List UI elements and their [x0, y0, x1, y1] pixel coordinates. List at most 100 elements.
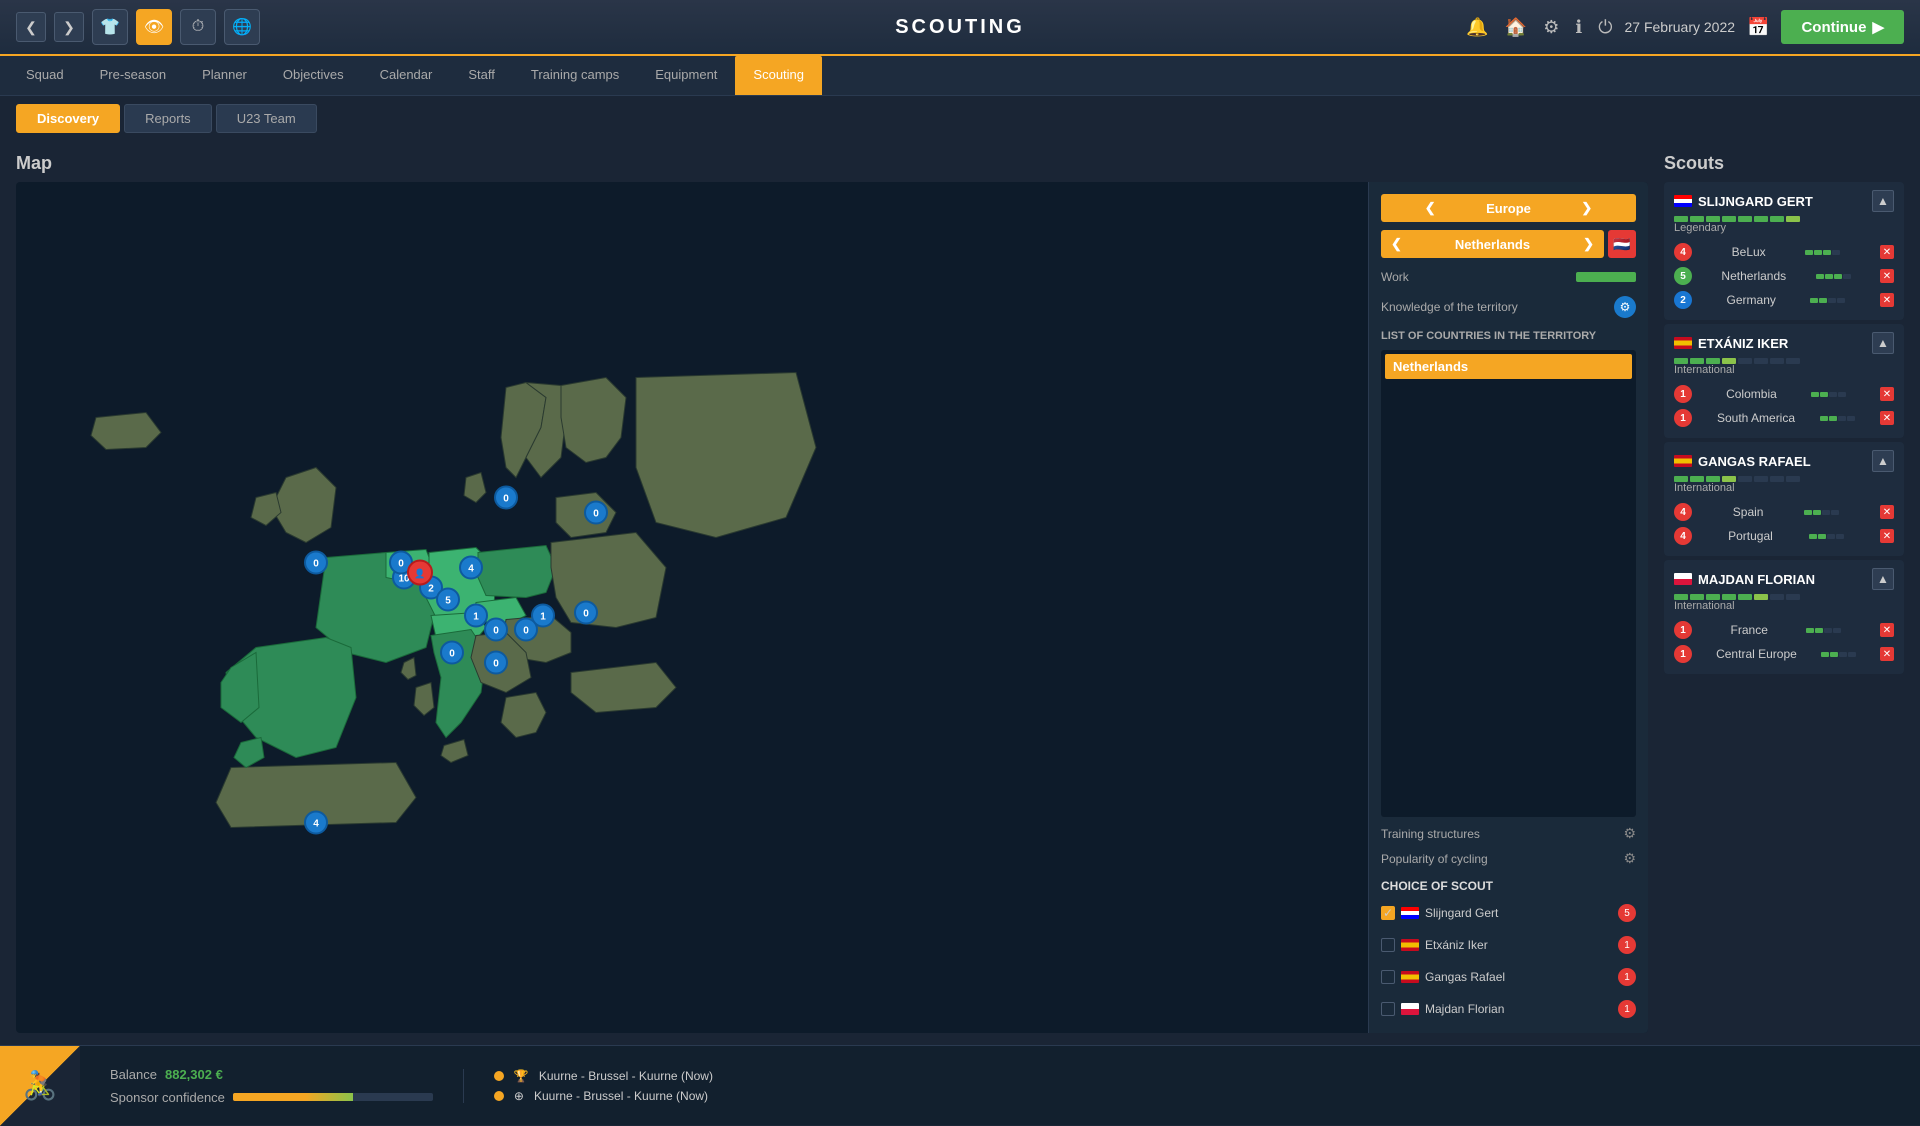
belux-num: 4	[1674, 243, 1692, 261]
knowledge-stat-row: Knowledge of the territory ⚙	[1381, 296, 1636, 318]
scouting-icon-button[interactable]: 👁	[136, 9, 172, 45]
scout-choice-etxaniz[interactable]: Etxániz Iker 1	[1381, 933, 1636, 957]
remove-france-button[interactable]: ✕	[1880, 623, 1894, 637]
event-dot-2	[494, 1091, 504, 1101]
scout-checkbox-majdan[interactable]	[1381, 1002, 1395, 1016]
scouts-title: Scouts	[1664, 153, 1904, 174]
scout-country-portugal: 4 Portugal ✕	[1674, 524, 1894, 548]
continue-button[interactable]: Continue ▶	[1781, 10, 1904, 44]
tab-equipment[interactable]: Equipment	[637, 56, 735, 95]
scout-count-gangas: 1	[1618, 968, 1636, 986]
sub-tabs: Discovery Reports U23 Team	[0, 96, 1920, 141]
colombia-num: 1	[1674, 385, 1692, 403]
event-row-1: 🏆 Kuurne - Brussel - Kuurne (Now)	[494, 1069, 1890, 1083]
scout-choice-slijngard[interactable]: ✓ Slijngard Gert 5	[1381, 901, 1636, 925]
subtab-discovery[interactable]: Discovery	[16, 104, 120, 133]
tab-squad[interactable]: Squad	[8, 56, 82, 95]
remove-southamerica-button[interactable]: ✕	[1880, 411, 1894, 425]
sponsor-confidence-row: Sponsor confidence	[110, 1090, 433, 1105]
event-icon-1: 🏆	[514, 1069, 529, 1083]
nav-back-button[interactable]: ❮	[16, 12, 46, 42]
region-select[interactable]: ❮ Europe ❯	[1381, 194, 1636, 222]
netherlands-num: 5	[1674, 267, 1692, 285]
svg-text:4: 4	[313, 819, 319, 830]
scout-checkbox-gangas[interactable]	[1381, 970, 1395, 984]
flag-es	[1674, 337, 1692, 349]
page-title: SCOUTING	[895, 16, 1025, 39]
svg-text:5: 5	[445, 596, 451, 607]
event-dot-1	[494, 1071, 504, 1081]
remove-spain-button[interactable]: ✕	[1880, 505, 1894, 519]
squad-icon-button[interactable]: 👕	[92, 9, 128, 45]
tab-preseason[interactable]: Pre-season	[82, 56, 184, 95]
scout-country-southamerica: 1 South America ✕	[1674, 406, 1894, 430]
scout-count-etxaniz: 1	[1618, 936, 1636, 954]
collapse-slijngard-button[interactable]: ▲	[1872, 190, 1894, 212]
tab-training-camps[interactable]: Training camps	[513, 56, 637, 95]
majdan-level: International	[1674, 600, 1894, 612]
svg-text:1: 1	[473, 612, 479, 623]
country-select[interactable]: ❮ Netherlands ❯	[1381, 230, 1604, 258]
scout-checkbox-slijngard[interactable]: ✓	[1381, 906, 1395, 920]
subtab-u23team[interactable]: U23 Team	[216, 104, 317, 133]
work-stat-row: Work	[1381, 270, 1636, 284]
scout-choice-gangas[interactable]: Gangas Rafael 1	[1381, 965, 1636, 989]
calendar-icon[interactable]: 📅	[1747, 17, 1769, 38]
svg-text:0: 0	[593, 509, 599, 520]
remove-netherlands-button[interactable]: ✕	[1880, 269, 1894, 283]
europe-map-svg[interactable]: 4 10 2 5 0 4 1 0	[16, 182, 896, 1033]
collapse-gangas-button[interactable]: ▲	[1872, 450, 1894, 472]
scout-checkbox-etxaniz[interactable]	[1381, 938, 1395, 952]
tab-objectives[interactable]: Objectives	[265, 56, 362, 95]
remove-colombia-button[interactable]: ✕	[1880, 387, 1894, 401]
date-display: 27 February 2022	[1625, 19, 1736, 35]
remove-belux-button[interactable]: ✕	[1880, 245, 1894, 259]
svg-text:0: 0	[493, 626, 499, 637]
globe-icon-button[interactable]: 🌐	[224, 9, 260, 45]
popularity-label: Popularity of cycling	[1381, 852, 1488, 866]
tab-scouting[interactable]: Scouting	[735, 56, 822, 95]
map-right-panel: ❮ Europe ❯ ❮ Netherlands ❯ 🇳🇱 Work	[1368, 182, 1648, 1033]
collapse-majdan-button[interactable]: ▲	[1872, 568, 1894, 590]
power-icon[interactable]: ⏻	[1598, 17, 1612, 38]
countries-list: Netherlands	[1381, 350, 1636, 817]
flag-nl	[1674, 195, 1692, 207]
flag-es-gangas-card	[1674, 455, 1692, 467]
flag-nl-slijngard	[1401, 907, 1419, 919]
nav-forward-button[interactable]: ❯	[54, 12, 84, 42]
sponsor-label: Sponsor confidence	[110, 1090, 225, 1105]
popularity-gear-icon: ⚙	[1623, 850, 1636, 867]
clock-icon-button[interactable]: ⏱	[180, 9, 216, 45]
countries-list-label: LIST OF COUNTRIES IN THE TERRITORY	[1381, 330, 1636, 342]
svg-text:1: 1	[540, 612, 546, 623]
flag-pl-majdan	[1401, 1003, 1419, 1015]
top-bar-right: 🔔 🏠 ⚙ ℹ ⏻ 27 February 2022 📅 Continue ▶	[1466, 10, 1904, 44]
scout-name-slijngard-card: SLIJNGARD GERT	[1674, 194, 1813, 209]
scout-choice-majdan[interactable]: Majdan Florian 1	[1381, 997, 1636, 1021]
event-text-2: Kuurne - Brussel - Kuurne (Now)	[534, 1089, 708, 1103]
scout-country-belux: 4 BeLux ✕	[1674, 240, 1894, 264]
gear-icon[interactable]: ⚙	[1543, 17, 1559, 38]
remove-centraleurope-button[interactable]: ✕	[1880, 647, 1894, 661]
bell-icon[interactable]: 🔔	[1466, 17, 1488, 38]
home-icon[interactable]: 🏠	[1505, 17, 1527, 38]
subtab-reports[interactable]: Reports	[124, 104, 212, 133]
scout-name-etxaniz-card: ETXÁNIZ IKER	[1674, 336, 1788, 351]
tab-calendar[interactable]: Calendar	[362, 56, 451, 95]
map-container: 4 10 2 5 0 4 1 0	[16, 182, 1648, 1033]
tab-staff[interactable]: Staff	[450, 56, 513, 95]
tab-planner[interactable]: Planner	[184, 56, 265, 95]
selected-country-item[interactable]: Netherlands	[1385, 354, 1632, 379]
remove-germany-button[interactable]: ✕	[1880, 293, 1894, 307]
collapse-etxaniz-button[interactable]: ▲	[1872, 332, 1894, 354]
scout-country-germany: 2 Germany ✕	[1674, 288, 1894, 312]
remove-portugal-button[interactable]: ✕	[1880, 529, 1894, 543]
svg-text:0: 0	[503, 494, 509, 505]
top-bar-left: ❮ ❯ 👕 👁 ⏱ 🌐	[16, 9, 260, 45]
scouts-panel: Scouts SLIJNGARD GERT ▲ Legendary	[1664, 153, 1904, 1033]
gangas-level: International	[1674, 482, 1894, 494]
balance-row: Balance 882,302 €	[110, 1067, 433, 1082]
info-icon[interactable]: ℹ	[1575, 17, 1582, 38]
country-flag-icon[interactable]: 🇳🇱	[1608, 230, 1636, 258]
svg-text:0: 0	[398, 559, 404, 570]
